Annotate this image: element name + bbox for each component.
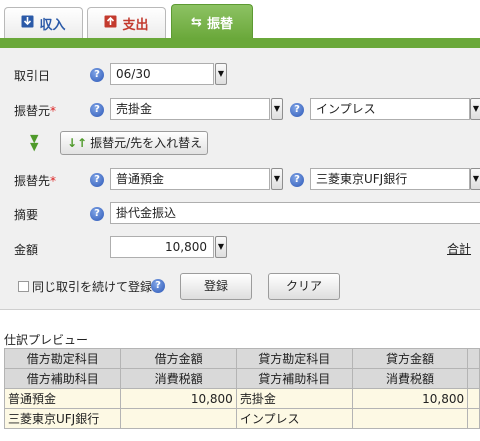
- from-account-dropdown-button[interactable]: ▼: [271, 98, 283, 120]
- table-cell: 10,800: [351, 388, 469, 409]
- help-icon[interactable]: ?: [90, 103, 104, 117]
- tab-income[interactable]: 収入: [4, 7, 83, 38]
- tab-transfer[interactable]: ⇆ 振替: [171, 4, 253, 39]
- table-cell: 売掛金: [235, 388, 353, 409]
- header-cell: 消費税額: [351, 368, 469, 389]
- tab-income-label: 収入: [39, 17, 66, 33]
- table-cell: 三菱東京UFJ銀行: [3, 408, 122, 429]
- to-sub-account-select[interactable]: 三菱東京UFJ銀行: [310, 168, 470, 190]
- table-cell: [467, 408, 480, 429]
- swap-accounts-button[interactable]: ↓↑ 振替元/先を入れ替え: [60, 131, 208, 155]
- from-account-select[interactable]: 売掛金: [110, 98, 270, 120]
- journal-preview-table: 借方勘定科目 借方金額 貸方勘定科目 貸方金額 借方補助科目 消費税額 貸方補助…: [3, 348, 480, 429]
- amount-dropdown-button[interactable]: ▼: [215, 236, 227, 258]
- table-header-row: 借方勘定科目 借方金額 貸方勘定科目 貸方金額: [3, 348, 480, 369]
- memo-input[interactable]: 掛代金振込: [110, 202, 480, 224]
- header-cell: 借方勘定科目: [3, 348, 122, 369]
- table-header-row: 借方補助科目 消費税額 貸方補助科目 消費税額: [3, 368, 480, 389]
- total-link[interactable]: 合計: [447, 240, 471, 257]
- to-label-text: 振替先: [14, 174, 51, 188]
- tab-underline-bar: [0, 38, 480, 48]
- amount-input[interactable]: 10,800: [110, 236, 214, 258]
- from-sub-dropdown-button[interactable]: ▼: [470, 98, 480, 120]
- help-icon[interactable]: ?: [290, 103, 304, 117]
- help-icon[interactable]: ?: [290, 173, 304, 187]
- down-arrow-icon: ▼ ▼: [30, 132, 39, 153]
- date-dropdown-button[interactable]: ▼: [215, 63, 227, 85]
- to-account-select[interactable]: 普通預金: [110, 168, 270, 190]
- table-cell: [120, 408, 237, 429]
- transfer-form: 取引日 ? 06/30 ▼ 振替元* ? 売掛金 ▼ ? インプレス ▼ ▼ ▼ …: [0, 48, 480, 310]
- to-sub-dropdown-button[interactable]: ▼: [470, 168, 480, 190]
- swap-button-label: 振替元/先を入れ替え: [90, 136, 203, 150]
- help-icon[interactable]: ?: [90, 173, 104, 187]
- header-cell: 貸方金額: [351, 348, 469, 369]
- help-icon[interactable]: ?: [90, 207, 104, 221]
- header-cell: 貸方補助科目: [235, 368, 353, 389]
- from-label-text: 振替元: [14, 104, 51, 118]
- continue-label: 同じ取引を続けて登録: [32, 280, 153, 294]
- to-account-dropdown-button[interactable]: ▼: [271, 168, 283, 190]
- help-icon[interactable]: ?: [90, 68, 104, 82]
- table-cell: 10,800: [120, 388, 237, 409]
- preview-title: 仕訳プレビュー: [4, 333, 89, 347]
- tab-expense[interactable]: 支出: [87, 7, 166, 38]
- expense-icon: [104, 15, 117, 32]
- from-label: 振替元*: [14, 102, 56, 119]
- required-mark: *: [50, 174, 57, 188]
- header-cell: 借方金額: [120, 348, 237, 369]
- help-icon[interactable]: ?: [151, 279, 165, 293]
- from-sub-account-select[interactable]: インプレス: [310, 98, 470, 120]
- table-row: 三菱東京UFJ銀行 インプレス: [3, 408, 480, 429]
- transaction-tabs: 収入 支出 ⇆ 振替: [0, 0, 480, 39]
- table-cell: [351, 408, 469, 429]
- table-cell: インプレス: [235, 408, 353, 429]
- table-cell: 普通預金: [3, 388, 122, 409]
- header-cell: [467, 368, 480, 389]
- header-cell: 貸方勘定科目: [235, 348, 353, 369]
- transfer-icon: ⇆: [191, 14, 202, 30]
- memo-label: 摘要: [14, 208, 39, 222]
- amount-label: 金額: [14, 243, 39, 257]
- header-cell: 消費税額: [120, 368, 237, 389]
- table-cell: [467, 388, 480, 409]
- table-row: 普通預金 10,800 売掛金 10,800: [3, 388, 480, 409]
- swap-icon: ↓↑: [67, 136, 88, 150]
- tab-transfer-label: 振替: [206, 16, 233, 32]
- required-mark: *: [50, 104, 57, 118]
- continue-checkbox[interactable]: [18, 281, 29, 292]
- income-icon: [21, 15, 34, 32]
- tab-expense-label: 支出: [122, 17, 149, 33]
- clear-button[interactable]: クリア: [268, 273, 340, 300]
- header-cell: 借方補助科目: [3, 368, 122, 389]
- header-cell: [467, 348, 480, 369]
- date-field[interactable]: 06/30: [110, 63, 214, 85]
- register-button[interactable]: 登録: [180, 273, 252, 300]
- date-label: 取引日: [14, 69, 51, 83]
- to-label: 振替先*: [14, 172, 56, 189]
